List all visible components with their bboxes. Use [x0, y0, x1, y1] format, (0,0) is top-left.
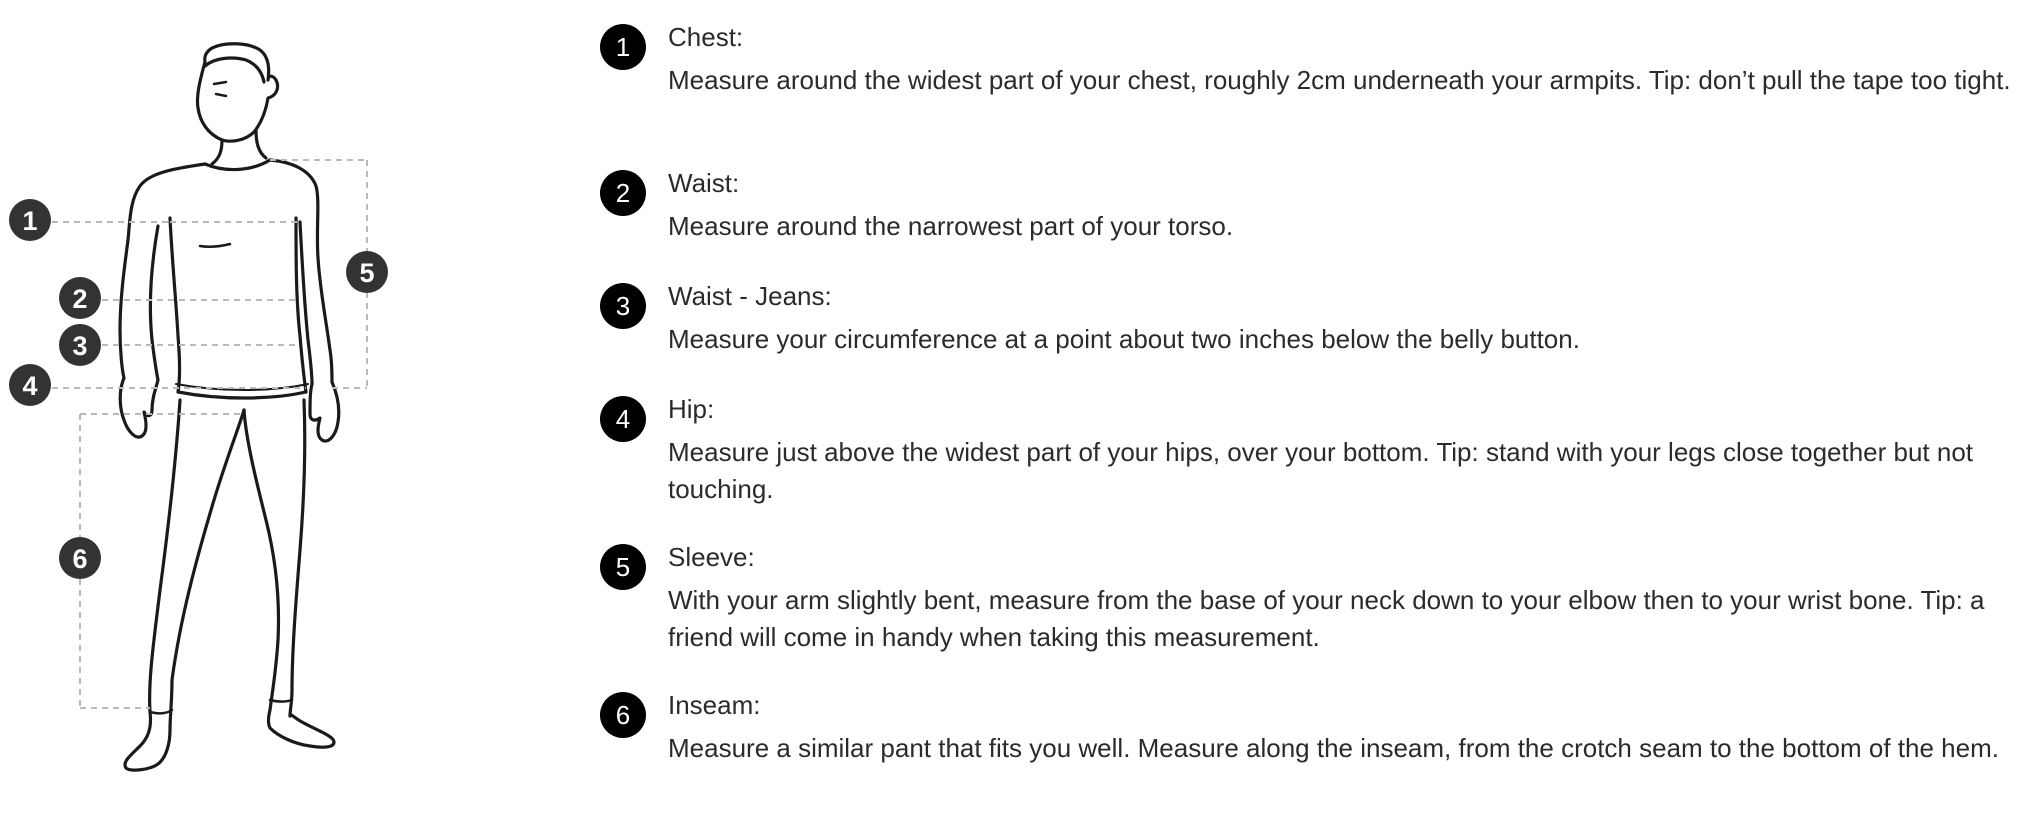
guide-item-description: Measure a similar pant that fits you wel… — [668, 733, 1999, 763]
guide-item-description: Measure around the narrowest part of you… — [668, 211, 1234, 241]
guide-item-title: Waist: — [668, 168, 740, 198]
marker-4: 4 — [9, 364, 51, 406]
number-badge: 1 — [600, 24, 646, 70]
guide-item-title: Inseam: — [668, 690, 761, 720]
marker-6: 6 — [59, 537, 101, 579]
marker-2: 2 — [59, 277, 101, 319]
guide-item-title: Sleeve: — [668, 542, 755, 572]
guide-item-description: Measure around the widest part of your c… — [668, 65, 2011, 95]
body-outline — [118, 42, 341, 772]
number-badge: 4 — [600, 396, 646, 442]
guide-item-description: Measure just above the widest part of yo… — [668, 437, 1974, 504]
guide-item-title: Hip: — [668, 394, 715, 424]
marker-5-label: 5 — [359, 258, 374, 288]
guide-item-description: Measure your circumference at a point ab… — [668, 324, 1580, 354]
body-illustration: 1 2 3 4 5 6 — [9, 42, 388, 772]
marker-3: 3 — [59, 324, 101, 366]
marker-1-label: 1 — [22, 206, 37, 236]
marker-3-label: 3 — [72, 331, 87, 361]
number-badge: 6 — [600, 692, 646, 738]
number-badge: 5 — [600, 544, 646, 590]
marker-2-label: 2 — [72, 284, 87, 314]
number-badge: 3 — [600, 283, 646, 329]
measurement-guide: 1 Chest: Measure around the widest part … — [600, 0, 2034, 814]
marker-5: 5 — [346, 251, 388, 293]
guide-item-description: With your arm slightly bent, measure fro… — [668, 585, 1985, 652]
body-measurement-figure: 1 2 3 4 5 6 — [0, 0, 560, 814]
guide-item-title: Chest: — [668, 22, 744, 52]
marker-4-label: 4 — [22, 371, 37, 401]
guide-item-title: Waist - Jeans: — [668, 281, 832, 311]
marker-6-label: 6 — [72, 544, 87, 574]
marker-1: 1 — [9, 199, 51, 241]
number-badge: 2 — [600, 170, 646, 216]
